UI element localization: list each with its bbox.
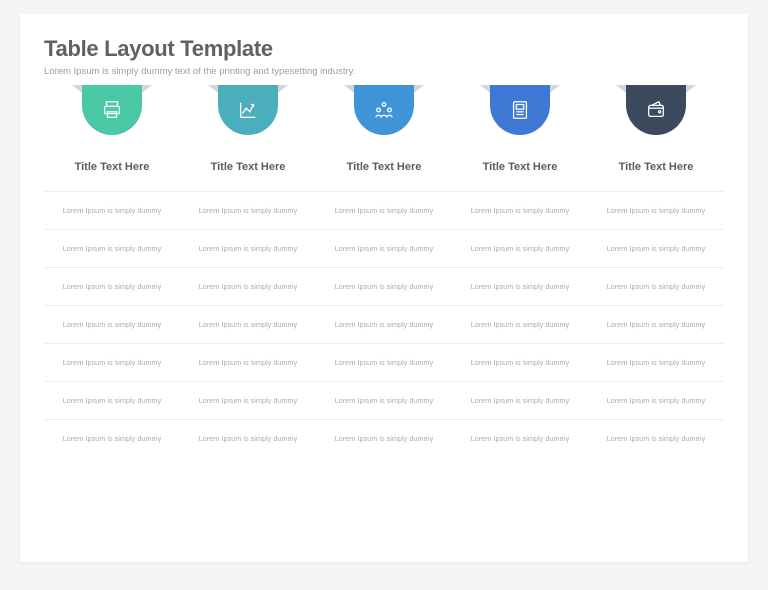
table-cell: Lorem Ipsum is simply dummy (588, 381, 724, 419)
table-cell: Lorem Ipsum is simply dummy (452, 419, 588, 457)
table-cell: Lorem Ipsum is simply dummy (316, 229, 452, 267)
table-cell: Lorem Ipsum is simply dummy (44, 305, 180, 343)
column-title: Title Text Here (588, 143, 724, 191)
table-cell: Lorem Ipsum is simply dummy (180, 343, 316, 381)
column-title: Title Text Here (44, 143, 180, 191)
table-cell: Lorem Ipsum is simply dummy (44, 229, 180, 267)
table-cell: Lorem Ipsum is simply dummy (588, 419, 724, 457)
table-cell: Lorem Ipsum is simply dummy (316, 419, 452, 457)
slide: Table Layout Template Lorem Ipsum is sim… (20, 14, 748, 562)
table-cell: Lorem Ipsum is simply dummy (180, 305, 316, 343)
book-icon (509, 99, 531, 121)
table-cell: Lorem Ipsum is simply dummy (588, 191, 724, 229)
column-tab (588, 85, 724, 143)
table-cell: Lorem Ipsum is simply dummy (180, 419, 316, 457)
table: Title Text HereLorem Ipsum is simply dum… (44, 85, 724, 457)
table-column: Title Text HereLorem Ipsum is simply dum… (588, 85, 724, 457)
wallet-icon (645, 99, 667, 121)
chart-icon (237, 99, 259, 121)
table-cell: Lorem Ipsum is simply dummy (180, 267, 316, 305)
table-cell: Lorem Ipsum is simply dummy (452, 229, 588, 267)
table-cell: Lorem Ipsum is simply dummy (316, 305, 452, 343)
column-title: Title Text Here (452, 143, 588, 191)
table-cell: Lorem Ipsum is simply dummy (44, 267, 180, 305)
page-subtitle: Lorem Ipsum is simply dummy text of the … (44, 66, 724, 77)
column-tab-badge (218, 85, 278, 135)
table-cell: Lorem Ipsum is simply dummy (44, 343, 180, 381)
table-cell: Lorem Ipsum is simply dummy (588, 267, 724, 305)
table-cell: Lorem Ipsum is simply dummy (44, 381, 180, 419)
table-cell: Lorem Ipsum is simply dummy (588, 305, 724, 343)
column-title: Title Text Here (180, 143, 316, 191)
column-title: Title Text Here (316, 143, 452, 191)
column-tab-badge (354, 85, 414, 135)
table-cell: Lorem Ipsum is simply dummy (44, 191, 180, 229)
table-cell: Lorem Ipsum is simply dummy (44, 419, 180, 457)
table-column: Title Text HereLorem Ipsum is simply dum… (44, 85, 180, 457)
table-column: Title Text HereLorem Ipsum is simply dum… (180, 85, 316, 457)
column-tab (44, 85, 180, 143)
table-cell: Lorem Ipsum is simply dummy (180, 191, 316, 229)
table-cell: Lorem Ipsum is simply dummy (452, 191, 588, 229)
table-cell: Lorem Ipsum is simply dummy (452, 343, 588, 381)
printer-icon (101, 99, 123, 121)
column-tab (180, 85, 316, 143)
table-cell: Lorem Ipsum is simply dummy (452, 381, 588, 419)
table-column: Title Text HereLorem Ipsum is simply dum… (452, 85, 588, 457)
table-cell: Lorem Ipsum is simply dummy (180, 229, 316, 267)
table-cell: Lorem Ipsum is simply dummy (588, 343, 724, 381)
table-cell: Lorem Ipsum is simply dummy (316, 381, 452, 419)
table-column: Title Text HereLorem Ipsum is simply dum… (316, 85, 452, 457)
page-title: Table Layout Template (44, 36, 724, 62)
people-icon (373, 99, 395, 121)
column-tab-badge (626, 85, 686, 135)
column-tab (452, 85, 588, 143)
table-cell: Lorem Ipsum is simply dummy (452, 267, 588, 305)
column-tab-badge (490, 85, 550, 135)
column-tab-badge (82, 85, 142, 135)
table-cell: Lorem Ipsum is simply dummy (452, 305, 588, 343)
table-cell: Lorem Ipsum is simply dummy (316, 343, 452, 381)
table-cell: Lorem Ipsum is simply dummy (180, 381, 316, 419)
table-cell: Lorem Ipsum is simply dummy (316, 267, 452, 305)
table-cell: Lorem Ipsum is simply dummy (588, 229, 724, 267)
table-cell: Lorem Ipsum is simply dummy (316, 191, 452, 229)
column-tab (316, 85, 452, 143)
